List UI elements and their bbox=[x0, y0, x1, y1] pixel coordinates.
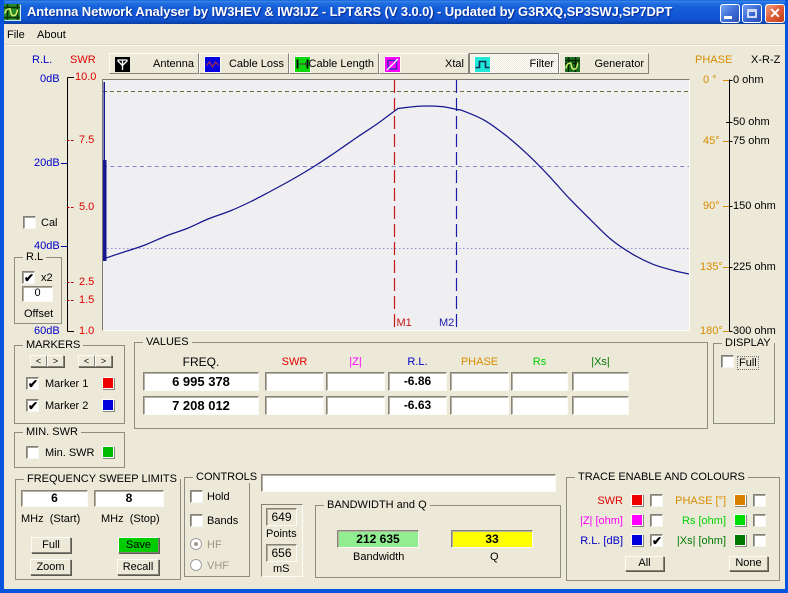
svg-text:M1: M1 bbox=[397, 317, 412, 329]
svg-text:M2: M2 bbox=[439, 317, 454, 329]
